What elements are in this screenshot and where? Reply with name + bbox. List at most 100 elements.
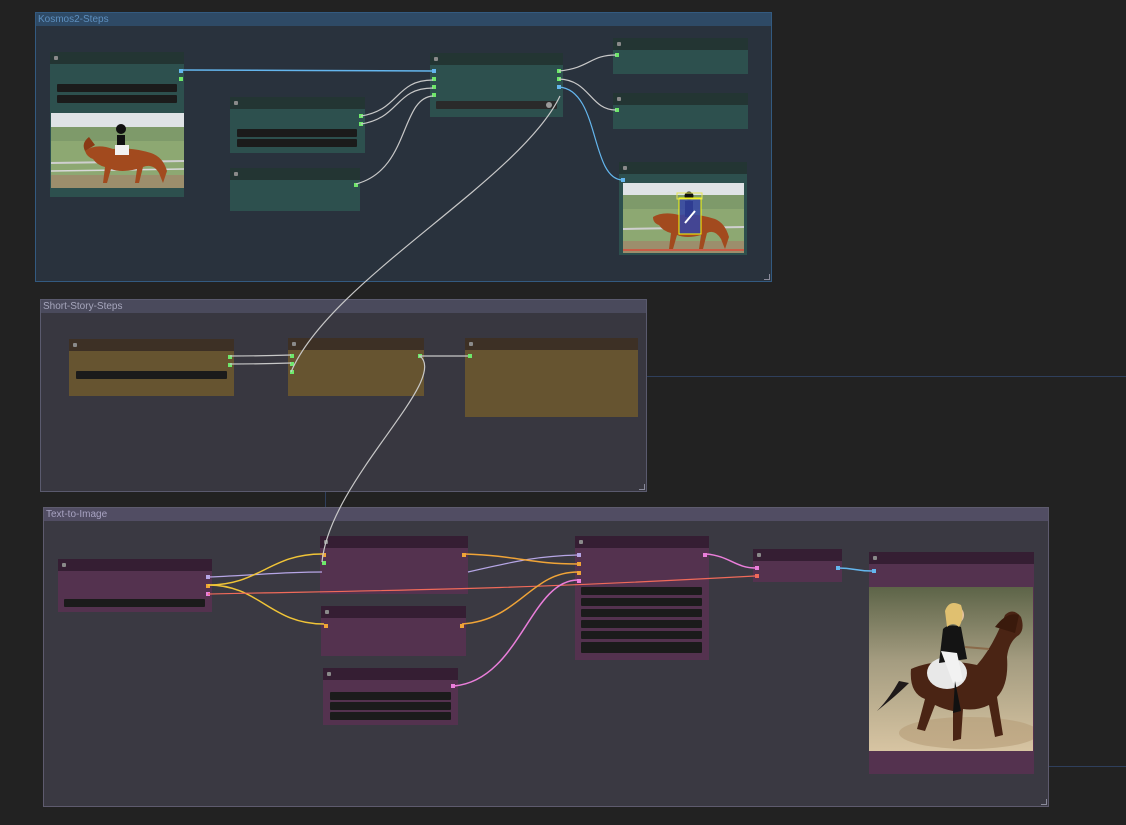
collapse-dot-icon[interactable]: [54, 56, 58, 60]
input-port[interactable]: [432, 85, 436, 89]
node-header[interactable]: [321, 606, 466, 618]
output-port[interactable]: [462, 553, 466, 557]
node-header[interactable]: [869, 552, 1034, 564]
output-port[interactable]: [557, 85, 561, 89]
node-story-generator[interactable]: [288, 338, 424, 396]
input-port[interactable]: [432, 77, 436, 81]
input-port[interactable]: [577, 571, 581, 575]
group-title-bar[interactable]: [44, 508, 1048, 521]
node-positive-prompt[interactable]: [320, 536, 468, 594]
node-show-story[interactable]: [465, 338, 638, 417]
node-save-image[interactable]: [869, 552, 1034, 774]
input-port[interactable]: [577, 553, 581, 557]
output-port[interactable]: [557, 69, 561, 73]
output-port[interactable]: [451, 684, 455, 688]
node-header[interactable]: [575, 536, 709, 548]
collapse-dot-icon[interactable]: [73, 343, 77, 347]
input-port[interactable]: [290, 370, 294, 374]
sampler-widget[interactable]: [581, 631, 702, 639]
steps-widget[interactable]: [581, 609, 702, 617]
collapse-dot-icon[interactable]: [873, 556, 877, 560]
collapse-dot-icon[interactable]: [327, 672, 331, 676]
output-port[interactable]: [206, 592, 210, 596]
text-widget[interactable]: [237, 129, 357, 137]
denoise-widget[interactable]: [581, 647, 702, 653]
collapse-dot-icon[interactable]: [434, 57, 438, 61]
text-widget[interactable]: [76, 371, 227, 379]
node-vae-decode[interactable]: [753, 549, 842, 582]
seed-widget[interactable]: [581, 587, 702, 595]
input-port[interactable]: [322, 561, 326, 565]
group-resize-handle[interactable]: [639, 484, 645, 490]
collapse-dot-icon[interactable]: [292, 342, 296, 346]
toggle-widget[interactable]: [436, 101, 557, 109]
input-port[interactable]: [621, 178, 625, 182]
input-port[interactable]: [755, 566, 759, 570]
node-header[interactable]: [230, 168, 360, 180]
height-widget[interactable]: [330, 702, 451, 710]
collapse-dot-icon[interactable]: [757, 553, 761, 557]
node-text-input[interactable]: [230, 97, 365, 153]
node-text-input[interactable]: [230, 168, 360, 211]
input-port[interactable]: [872, 569, 876, 573]
node-checkpoint-loader[interactable]: [58, 559, 212, 612]
checkpoint-select[interactable]: [64, 599, 205, 607]
group-title-bar[interactable]: [41, 300, 646, 313]
output-port[interactable]: [179, 77, 183, 81]
input-port[interactable]: [290, 354, 294, 358]
node-header[interactable]: [69, 339, 234, 351]
node-header[interactable]: [613, 93, 748, 105]
node-preview-image[interactable]: [619, 162, 747, 255]
batch-widget[interactable]: [330, 712, 451, 720]
output-port[interactable]: [228, 363, 232, 367]
control-widget[interactable]: [581, 598, 702, 606]
collapse-dot-icon[interactable]: [325, 610, 329, 614]
node-header[interactable]: [323, 668, 458, 680]
output-port[interactable]: [703, 553, 707, 557]
input-port[interactable]: [577, 579, 581, 583]
output-port[interactable]: [359, 114, 363, 118]
output-port[interactable]: [359, 122, 363, 126]
group-title-bar[interactable]: [36, 13, 771, 26]
node-header[interactable]: [753, 549, 842, 561]
node-show-text[interactable]: [613, 93, 748, 129]
collapse-dot-icon[interactable]: [579, 540, 583, 544]
output-port[interactable]: [206, 575, 210, 579]
input-port[interactable]: [468, 354, 472, 358]
width-widget[interactable]: [330, 692, 451, 700]
output-port[interactable]: [228, 355, 232, 359]
input-port[interactable]: [432, 69, 436, 73]
output-port[interactable]: [179, 69, 183, 73]
output-port[interactable]: [836, 566, 840, 570]
collapse-dot-icon[interactable]: [324, 540, 328, 544]
node-load-image[interactable]: [50, 52, 184, 197]
node-header[interactable]: [320, 536, 468, 548]
image-select-field[interactable]: [57, 84, 177, 92]
collapse-dot-icon[interactable]: [623, 166, 627, 170]
node-header[interactable]: [619, 162, 747, 174]
output-port[interactable]: [354, 183, 358, 187]
output-port[interactable]: [206, 584, 210, 588]
collapse-dot-icon[interactable]: [234, 172, 238, 176]
input-port[interactable]: [290, 362, 294, 366]
group-resize-handle[interactable]: [764, 274, 770, 280]
cfg-widget[interactable]: [581, 620, 702, 628]
node-negative-prompt[interactable]: [321, 606, 466, 656]
node-header[interactable]: [430, 53, 563, 65]
node-kosmos2[interactable]: [430, 53, 563, 117]
input-port[interactable]: [615, 108, 619, 112]
input-port[interactable]: [432, 93, 436, 97]
node-show-text[interactable]: [613, 38, 748, 74]
node-header[interactable]: [465, 338, 638, 350]
node-ksampler[interactable]: [575, 536, 709, 660]
input-port[interactable]: [615, 53, 619, 57]
input-port[interactable]: [322, 553, 326, 557]
output-port[interactable]: [418, 354, 422, 358]
node-header[interactable]: [58, 559, 212, 571]
group-resize-handle[interactable]: [1041, 799, 1047, 805]
node-story-prompt[interactable]: [69, 339, 234, 396]
collapse-dot-icon[interactable]: [617, 42, 621, 46]
node-header[interactable]: [50, 52, 184, 64]
input-port[interactable]: [324, 624, 328, 628]
node-empty-latent[interactable]: [323, 668, 458, 725]
